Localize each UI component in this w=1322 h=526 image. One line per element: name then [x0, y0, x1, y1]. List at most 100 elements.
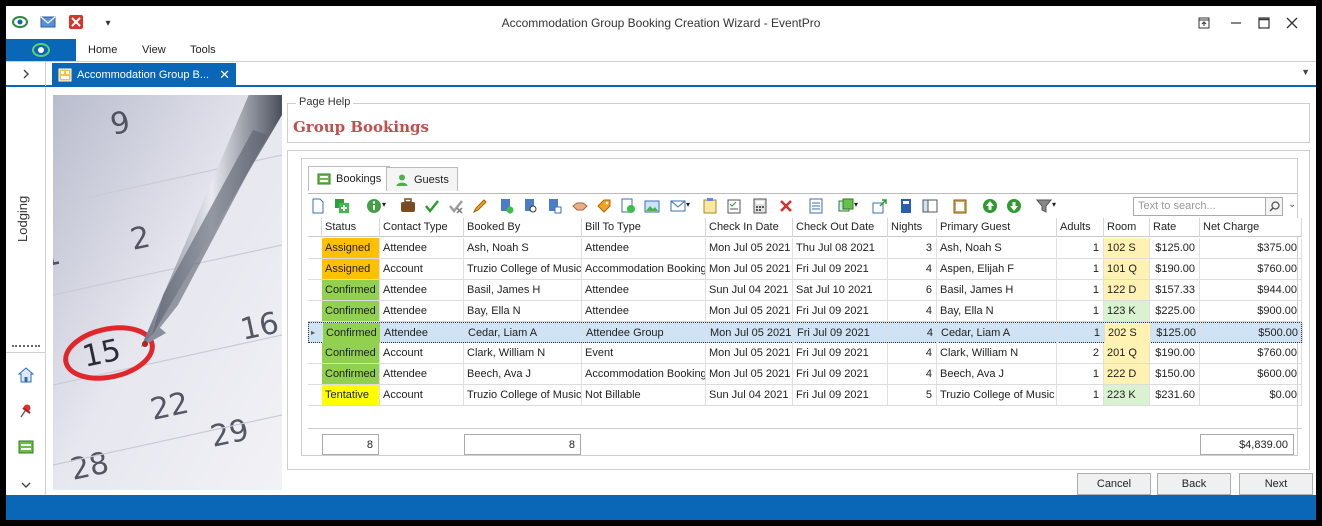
cell-check-in-date[interactable]: Mon Jul 05 2021 — [706, 343, 793, 363]
cell-check-out-date[interactable]: Fri Jul 09 2021 — [793, 364, 888, 384]
cell-adults[interactable]: 1 — [1057, 238, 1104, 258]
cell-nights[interactable]: 5 — [888, 385, 937, 405]
table-row[interactable]: Assigned Account Truzio College of Music Ac… — [308, 259, 1302, 280]
close-window-icon[interactable] — [1282, 13, 1302, 33]
cell-check-in-date[interactable]: Mon Jul 05 2021 — [706, 238, 793, 258]
cell-adults[interactable]: 1 — [1057, 364, 1104, 384]
cell-primary-guest[interactable]: Cedar, Liam A — [938, 323, 1058, 343]
unconfirm-icon[interactable] — [448, 198, 464, 214]
restore-icon[interactable] — [1194, 13, 1214, 33]
layout-icon[interactable] — [838, 198, 854, 214]
cell-booked-by[interactable]: Clark, William N — [464, 343, 582, 363]
column-header-room[interactable]: Room — [1104, 218, 1150, 237]
checklist-icon[interactable] — [726, 198, 742, 214]
notes-icon[interactable] — [702, 198, 718, 214]
cell-adults[interactable]: 1 — [1057, 385, 1104, 405]
column-header-booked-by[interactable]: Booked By — [464, 218, 582, 237]
cell-rate[interactable]: $190.00 — [1150, 259, 1200, 279]
cell-bill-to-type[interactable]: Attendee — [582, 280, 706, 300]
back-button[interactable]: Back — [1157, 473, 1231, 495]
column-header-rate[interactable]: Rate — [1150, 218, 1200, 237]
nav-expand-button[interactable] — [6, 62, 46, 86]
cell-room[interactable]: 202 S — [1105, 323, 1151, 343]
cell-rate[interactable]: $125.00 — [1151, 323, 1201, 343]
search-input[interactable]: Text to search... — [1133, 197, 1266, 216]
doc-search-icon[interactable] — [522, 198, 538, 214]
tab-accommodation-group-booking[interactable]: Accommodation Group B... ✕ — [52, 63, 236, 86]
cell-net-charge[interactable]: $600.00 — [1200, 364, 1302, 384]
search-button[interactable] — [1266, 197, 1283, 216]
cell-check-in-date[interactable]: Sun Jul 04 2021 — [706, 385, 793, 405]
new-icon[interactable] — [310, 198, 326, 214]
cell-check-in-date[interactable]: Mon Jul 05 2021 — [706, 259, 793, 279]
cell-primary-guest[interactable]: Beech, Ava J — [937, 364, 1057, 384]
cell-net-charge[interactable]: $0.00 — [1200, 385, 1302, 405]
cell-net-charge[interactable]: $944.00 — [1200, 280, 1302, 300]
cell-nights[interactable]: 3 — [888, 238, 937, 258]
cell-check-out-date[interactable]: Fri Jul 09 2021 — [793, 301, 888, 321]
export-icon[interactable] — [872, 198, 888, 214]
cell-net-charge[interactable]: $900.00 — [1200, 301, 1302, 321]
column-header-primary-guest[interactable]: Primary Guest — [937, 218, 1057, 237]
cell-room[interactable]: 123 K — [1104, 301, 1150, 321]
cell-contact-type[interactable]: Account — [380, 343, 464, 363]
cell-check-out-date[interactable]: Sat Jul 10 2021 — [793, 280, 888, 300]
cell-booked-by[interactable]: Cedar, Liam A — [465, 323, 583, 343]
cell-contact-type[interactable]: Account — [380, 385, 464, 405]
cell-nights[interactable]: 4 — [888, 259, 937, 279]
tab-list-dropdown-icon[interactable]: ▼ — [1301, 67, 1310, 77]
cell-nights[interactable]: 4 — [888, 364, 937, 384]
cell-adults[interactable]: 1 — [1057, 280, 1104, 300]
cell-booked-by[interactable]: Basil, James H — [464, 280, 582, 300]
cell-nights[interactable]: 6 — [888, 280, 937, 300]
cell-room[interactable]: 222 D — [1104, 364, 1150, 384]
column-header-nights[interactable]: Nights — [888, 218, 937, 237]
home-icon[interactable] — [18, 367, 34, 383]
cell-check-in-date[interactable]: Sun Jul 04 2021 — [706, 280, 793, 300]
form-icon[interactable] — [922, 198, 938, 214]
cell-primary-guest[interactable]: Truzio College of Music — [937, 385, 1057, 405]
cell-bill-to-type[interactable]: Accommodation Booking — [582, 259, 706, 279]
cell-net-charge[interactable]: $760.00 — [1200, 259, 1302, 279]
cell-primary-guest[interactable]: Aspen, Elijah F — [937, 259, 1057, 279]
add-multiple-icon[interactable] — [334, 198, 350, 214]
cell-room[interactable]: 223 K — [1104, 385, 1150, 405]
cell-adults[interactable]: 1 — [1058, 323, 1105, 343]
cell-booked-by[interactable]: Truzio College of Music — [464, 259, 582, 279]
cancel-button[interactable]: Cancel — [1077, 473, 1151, 495]
toolbar-overflow-icon[interactable]: ⌄ — [1288, 199, 1296, 210]
column-header-net-charge[interactable]: Net Charge — [1200, 218, 1302, 237]
info-icon[interactable] — [366, 198, 382, 214]
cell-room[interactable]: 201 Q — [1104, 343, 1150, 363]
column-header-bill-to-type[interactable]: Bill To Type — [582, 218, 706, 237]
cell-bill-to-type[interactable]: Attendee — [582, 238, 706, 258]
filter-dropdown-icon[interactable]: ▾ — [1052, 200, 1056, 209]
cell-primary-guest[interactable]: Basil, James H — [937, 280, 1057, 300]
app-menu-button[interactable] — [6, 39, 76, 61]
cell-contact-type[interactable]: Attendee — [380, 280, 464, 300]
cell-rate[interactable]: $225.00 — [1150, 301, 1200, 321]
cell-check-in-date[interactable]: Mon Jul 05 2021 — [707, 323, 794, 343]
cell-booked-by[interactable]: Beech, Ava J — [464, 364, 582, 384]
doc-add-icon[interactable] — [546, 198, 562, 214]
cell-booked-by[interactable]: Ash, Noah S — [464, 238, 582, 258]
cell-bill-to-type[interactable]: Not Billable — [582, 385, 706, 405]
cell-nights[interactable]: 4 — [888, 343, 937, 363]
cell-net-charge[interactable]: $760.00 — [1200, 343, 1302, 363]
money-doc-icon[interactable] — [620, 198, 636, 214]
cell-nights[interactable]: 4 — [889, 323, 938, 343]
cell-contact-type[interactable]: Account — [380, 259, 464, 279]
cell-status[interactable]: Confirmed — [323, 323, 381, 343]
cell-rate[interactable]: $157.33 — [1150, 280, 1200, 300]
cell-status[interactable]: Confirmed — [322, 280, 380, 300]
tab-guests[interactable]: Guests — [386, 167, 458, 191]
lodging-nav-label[interactable]: Lodging — [15, 196, 30, 242]
cell-contact-type[interactable]: Attendee — [381, 323, 465, 343]
edit-icon[interactable] — [472, 198, 488, 214]
cell-check-in-date[interactable]: Mon Jul 05 2021 — [706, 301, 793, 321]
cell-status[interactable]: Confirmed — [322, 343, 380, 363]
cell-status[interactable]: Confirmed — [322, 364, 380, 384]
luggage-icon[interactable] — [400, 198, 416, 214]
calculator-icon[interactable] — [752, 198, 768, 214]
cell-check-out-date[interactable]: Fri Jul 09 2021 — [794, 323, 889, 343]
